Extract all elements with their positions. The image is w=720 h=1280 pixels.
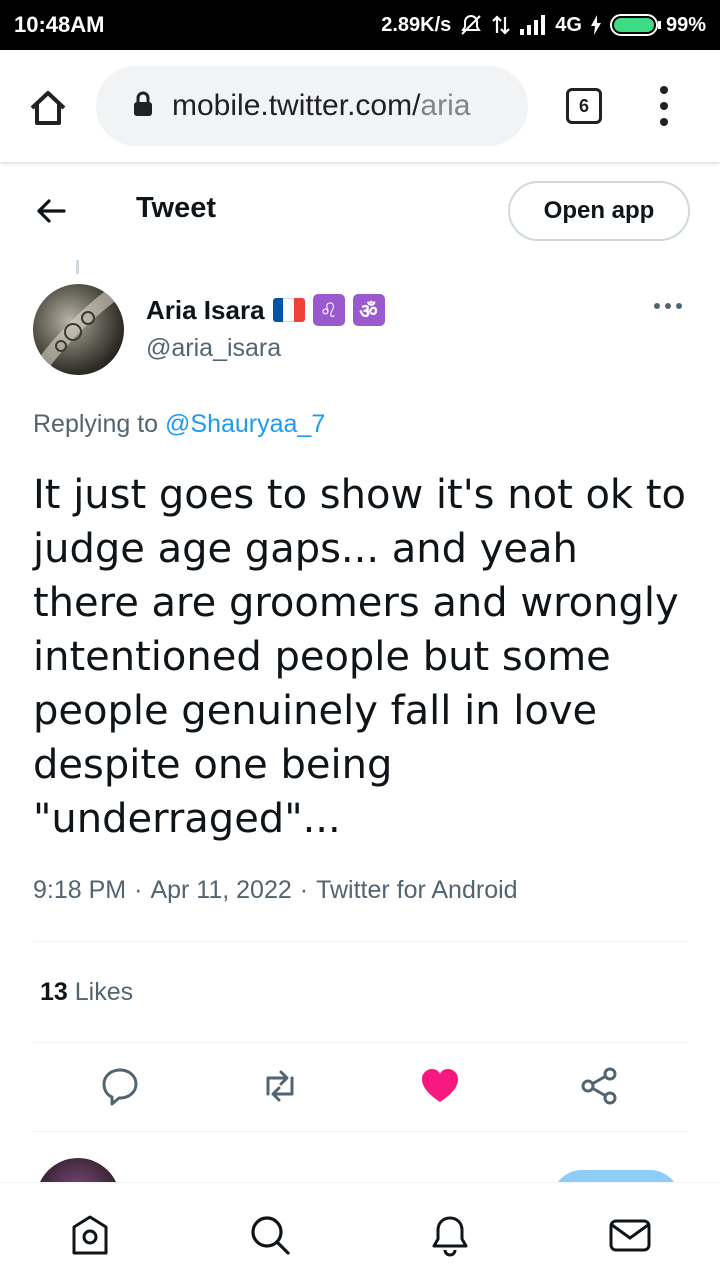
share-icon[interactable]: [578, 1064, 622, 1108]
notifications-icon[interactable]: [428, 1213, 472, 1257]
tab-count: 6: [578, 95, 589, 116]
replying-prefix: Replying to: [33, 410, 159, 438]
browser-toolbar: mobile.twitter.com/aria 6: [0, 50, 720, 162]
tweet-text: It just goes to show it's not ok to judg…: [33, 472, 686, 842]
net-speed: 2.89K/s: [381, 13, 452, 36]
tweet-date[interactable]: Apr 11, 2022: [150, 876, 291, 905]
url-text: mobile.twitter.com/aria: [172, 89, 470, 123]
open-app-button[interactable]: Open app: [508, 181, 690, 241]
status-time: 10:48AM: [14, 12, 105, 37]
browser-menu-icon[interactable]: [654, 86, 674, 126]
thread-connector: [76, 260, 79, 274]
author-avatar[interactable]: [33, 284, 124, 375]
reply-icon[interactable]: [98, 1064, 142, 1108]
signal-icon: [519, 13, 547, 37]
tweet-meta: 9:18 PM · Apr 11, 2022 · Twitter for And…: [33, 876, 518, 905]
author-name: Aria Isara: [146, 294, 265, 325]
tweet-time[interactable]: 9:18 PM: [33, 876, 126, 905]
next-author-avatar[interactable]: [36, 1158, 120, 1184]
divider: [33, 1131, 688, 1132]
tab-switcher-button[interactable]: 6: [566, 88, 602, 124]
battery-indicator: 99%: [609, 13, 706, 37]
author-name-row[interactable]: Aria Isara ♌ ॐ: [146, 294, 385, 326]
tweet-source[interactable]: Twitter for Android: [316, 876, 517, 905]
tweet-actions: [0, 1064, 720, 1112]
author-handle[interactable]: @aria_isara: [146, 334, 281, 363]
replying-to: Replying to @Shauryaa_7: [33, 410, 325, 439]
likes-count-link[interactable]: 13 Likes: [40, 978, 133, 1007]
france-flag-icon: [272, 298, 305, 322]
bottom-navigation: [0, 1182, 720, 1280]
lock-icon: [132, 91, 154, 122]
divider: [33, 1042, 688, 1043]
messages-icon[interactable]: [608, 1213, 652, 1257]
leo-emoji: ♌: [312, 294, 345, 326]
meta-separator: ·: [299, 876, 309, 904]
back-arrow-icon[interactable]: [34, 194, 68, 228]
replying-mention-link[interactable]: @Shauryaa_7: [165, 410, 325, 438]
charging-icon: [590, 14, 602, 36]
retweet-icon[interactable]: [258, 1064, 302, 1108]
om-emoji: ॐ: [352, 294, 385, 326]
network-type: 4G: [555, 13, 582, 36]
mute-icon: [459, 13, 483, 37]
likes-count: 13: [40, 978, 68, 1006]
divider: [33, 941, 688, 942]
search-icon[interactable]: [248, 1213, 292, 1257]
home-icon[interactable]: [68, 1213, 112, 1257]
url-bar[interactable]: mobile.twitter.com/aria: [96, 66, 528, 146]
page-title: Tweet: [136, 192, 217, 224]
battery-icon: [609, 14, 661, 36]
tweet-header: Tweet Open app: [0, 172, 720, 252]
like-icon[interactable]: [418, 1064, 462, 1108]
home-icon[interactable]: [26, 86, 70, 130]
status-indicators: 2.89K/s 4G 99%: [381, 13, 706, 37]
meta-separator: ·: [134, 876, 143, 904]
next-tweet-preview: [0, 1134, 720, 1184]
url-path: aria: [420, 89, 471, 122]
battery-percent: 99%: [665, 13, 706, 36]
url-host: mobile.twitter.com/: [172, 89, 421, 122]
data-transfer-icon: [491, 13, 511, 37]
more-options-icon[interactable]: [654, 303, 682, 309]
status-bar: 10:48AM 2.89K/s 4G 99%: [0, 0, 720, 50]
likes-label: Likes: [74, 978, 134, 1006]
